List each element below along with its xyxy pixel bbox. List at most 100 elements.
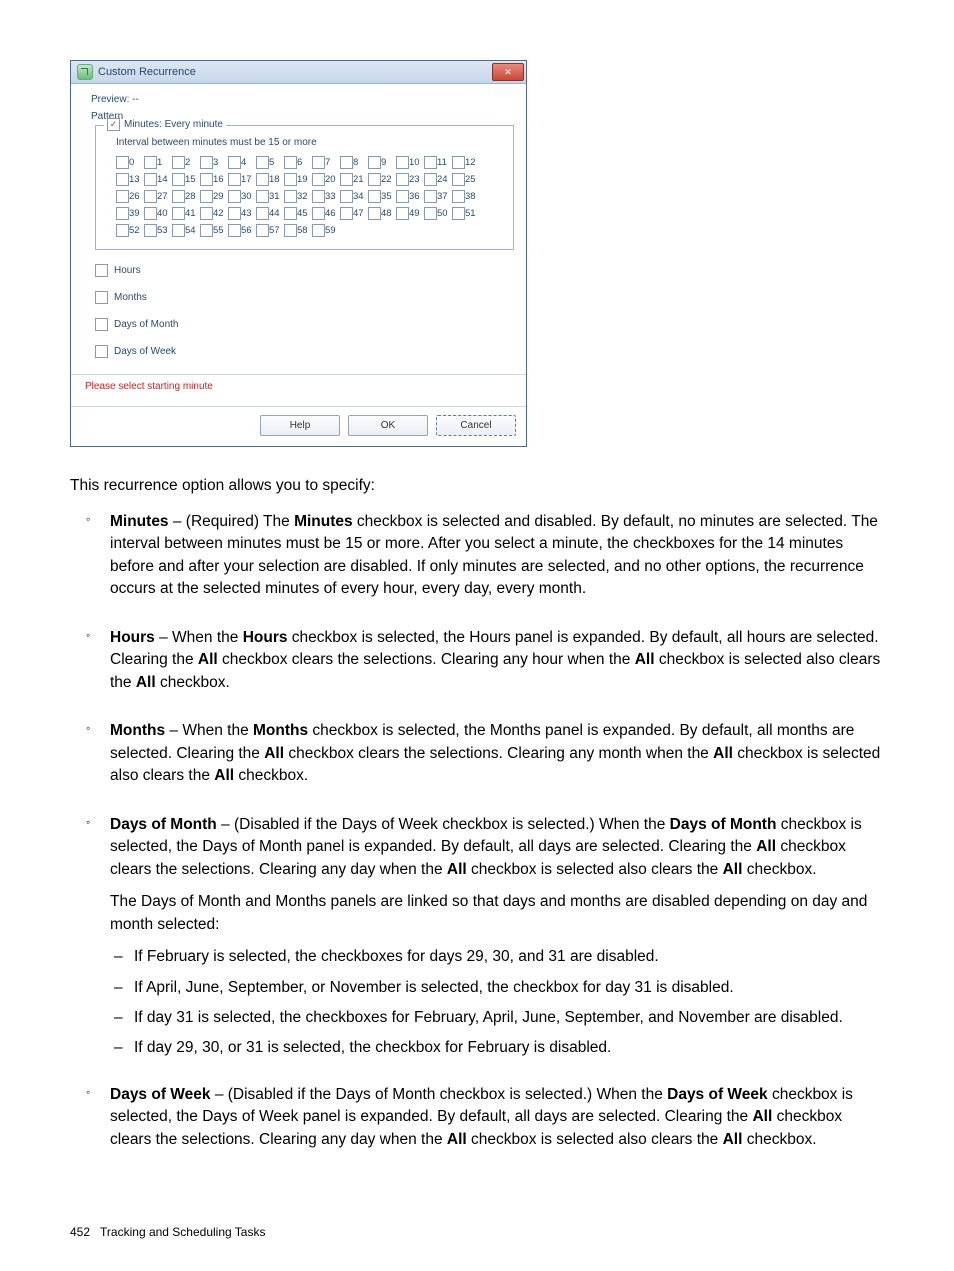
minute-checkbox-45[interactable] bbox=[284, 207, 297, 220]
minute-checkbox-26[interactable] bbox=[116, 190, 129, 203]
minute-checkbox-30[interactable] bbox=[228, 190, 241, 203]
minute-checkbox-50[interactable] bbox=[424, 207, 437, 220]
minute-checkbox-4[interactable] bbox=[228, 156, 241, 169]
minute-checkbox-12[interactable] bbox=[452, 156, 465, 169]
minute-checkbox-39[interactable] bbox=[116, 207, 129, 220]
minute-checkbox-10[interactable] bbox=[396, 156, 409, 169]
minute-checkbox-23[interactable] bbox=[396, 173, 409, 186]
minute-checkbox-6[interactable] bbox=[284, 156, 297, 169]
minute-checkbox-49[interactable] bbox=[396, 207, 409, 220]
minute-checkbox-58[interactable] bbox=[284, 224, 297, 237]
minute-checkbox-54[interactable] bbox=[172, 224, 185, 237]
minute-checkbox-27[interactable] bbox=[144, 190, 157, 203]
minute-label-14: 14 bbox=[157, 174, 168, 185]
minute-checkbox-56[interactable] bbox=[228, 224, 241, 237]
minute-checkbox-3[interactable] bbox=[200, 156, 213, 169]
minute-checkbox-37[interactable] bbox=[424, 190, 437, 203]
minute-checkbox-48[interactable] bbox=[368, 207, 381, 220]
minute-checkbox-7[interactable] bbox=[312, 156, 325, 169]
minute-checkbox-32[interactable] bbox=[284, 190, 297, 203]
minute-cell-44: 44 bbox=[256, 207, 284, 220]
minute-checkbox-18[interactable] bbox=[256, 173, 269, 186]
minute-checkbox-36[interactable] bbox=[396, 190, 409, 203]
minute-checkbox-28[interactable] bbox=[172, 190, 185, 203]
minute-checkbox-33[interactable] bbox=[312, 190, 325, 203]
minute-checkbox-44[interactable] bbox=[256, 207, 269, 220]
minute-label-44: 44 bbox=[269, 208, 280, 219]
minute-cell-6: 6 bbox=[284, 156, 312, 169]
minute-checkbox-8[interactable] bbox=[340, 156, 353, 169]
months-checkbox[interactable] bbox=[95, 291, 108, 304]
minute-checkbox-15[interactable] bbox=[172, 173, 185, 186]
minute-label-49: 49 bbox=[409, 208, 420, 219]
hours-label: Hours bbox=[114, 265, 141, 276]
close-button[interactable]: ✕ bbox=[492, 63, 524, 81]
minute-label-43: 43 bbox=[241, 208, 252, 219]
minute-checkbox-42[interactable] bbox=[200, 207, 213, 220]
minute-cell-20: 20 bbox=[312, 173, 340, 186]
minute-checkbox-1[interactable] bbox=[144, 156, 157, 169]
minute-checkbox-59[interactable] bbox=[312, 224, 325, 237]
custom-recurrence-dialog: Custom Recurrence ✕ Preview: -- Pattern … bbox=[70, 60, 527, 447]
minute-cell-35: 35 bbox=[368, 190, 396, 203]
minute-checkbox-24[interactable] bbox=[424, 173, 437, 186]
close-icon: ✕ bbox=[504, 67, 512, 78]
ok-button[interactable]: OK bbox=[348, 415, 428, 436]
minute-checkbox-11[interactable] bbox=[424, 156, 437, 169]
minute-checkbox-46[interactable] bbox=[312, 207, 325, 220]
help-button[interactable]: Help bbox=[260, 415, 340, 436]
minute-checkbox-34[interactable] bbox=[340, 190, 353, 203]
minute-checkbox-20[interactable] bbox=[312, 173, 325, 186]
hours-checkbox[interactable] bbox=[95, 264, 108, 277]
minute-label-23: 23 bbox=[409, 174, 420, 185]
minute-checkbox-29[interactable] bbox=[200, 190, 213, 203]
minute-label-29: 29 bbox=[213, 191, 224, 202]
days-of-month-checkbox[interactable] bbox=[95, 318, 108, 331]
minute-checkbox-57[interactable] bbox=[256, 224, 269, 237]
minute-checkbox-5[interactable] bbox=[256, 156, 269, 169]
minute-checkbox-31[interactable] bbox=[256, 190, 269, 203]
minute-checkbox-13[interactable] bbox=[116, 173, 129, 186]
minute-checkbox-19[interactable] bbox=[284, 173, 297, 186]
minute-cell-29: 29 bbox=[200, 190, 228, 203]
minute-checkbox-55[interactable] bbox=[200, 224, 213, 237]
dialog-titlebar: Custom Recurrence ✕ bbox=[71, 61, 526, 84]
minute-checkbox-52[interactable] bbox=[116, 224, 129, 237]
minute-label-39: 39 bbox=[129, 208, 140, 219]
option-list: Minutes – (Required) The Minutes checkbo… bbox=[80, 511, 884, 1177]
minute-checkbox-22[interactable] bbox=[368, 173, 381, 186]
minute-cell-8: 8 bbox=[340, 156, 368, 169]
minute-label-1: 1 bbox=[157, 157, 162, 168]
minute-cell-4: 4 bbox=[228, 156, 256, 169]
minute-checkbox-41[interactable] bbox=[172, 207, 185, 220]
bullet-days-of-month: Days of Month – (Disabled if the Days of… bbox=[80, 814, 884, 1084]
minute-cell-42: 42 bbox=[200, 207, 228, 220]
minute-cell-36: 36 bbox=[396, 190, 424, 203]
minute-checkbox-17[interactable] bbox=[228, 173, 241, 186]
minute-checkbox-9[interactable] bbox=[368, 156, 381, 169]
interval-message: Interval between minutes must be 15 or m… bbox=[116, 137, 505, 148]
minute-checkbox-2[interactable] bbox=[172, 156, 185, 169]
minute-label-59: 59 bbox=[325, 225, 336, 236]
minute-checkbox-40[interactable] bbox=[144, 207, 157, 220]
minute-label-30: 30 bbox=[241, 191, 252, 202]
days-of-week-checkbox[interactable] bbox=[95, 345, 108, 358]
minute-cell-52: 52 bbox=[116, 224, 144, 237]
minute-checkbox-14[interactable] bbox=[144, 173, 157, 186]
cancel-button[interactable]: Cancel bbox=[436, 415, 516, 436]
dom-sub-list: If February is selected, the checkboxes … bbox=[112, 946, 884, 1068]
minute-checkbox-21[interactable] bbox=[340, 173, 353, 186]
bullet-minutes-label: Minutes bbox=[110, 513, 169, 530]
minute-checkbox-16[interactable] bbox=[200, 173, 213, 186]
minute-cell-1: 1 bbox=[144, 156, 172, 169]
minute-checkbox-43[interactable] bbox=[228, 207, 241, 220]
minute-checkbox-35[interactable] bbox=[368, 190, 381, 203]
minute-checkbox-51[interactable] bbox=[452, 207, 465, 220]
bullet-dow-label: Days of Week bbox=[110, 1086, 211, 1103]
minute-label-33: 33 bbox=[325, 191, 336, 202]
minute-checkbox-47[interactable] bbox=[340, 207, 353, 220]
minute-checkbox-38[interactable] bbox=[452, 190, 465, 203]
minute-checkbox-25[interactable] bbox=[452, 173, 465, 186]
minute-checkbox-53[interactable] bbox=[144, 224, 157, 237]
minute-checkbox-0[interactable] bbox=[116, 156, 129, 169]
